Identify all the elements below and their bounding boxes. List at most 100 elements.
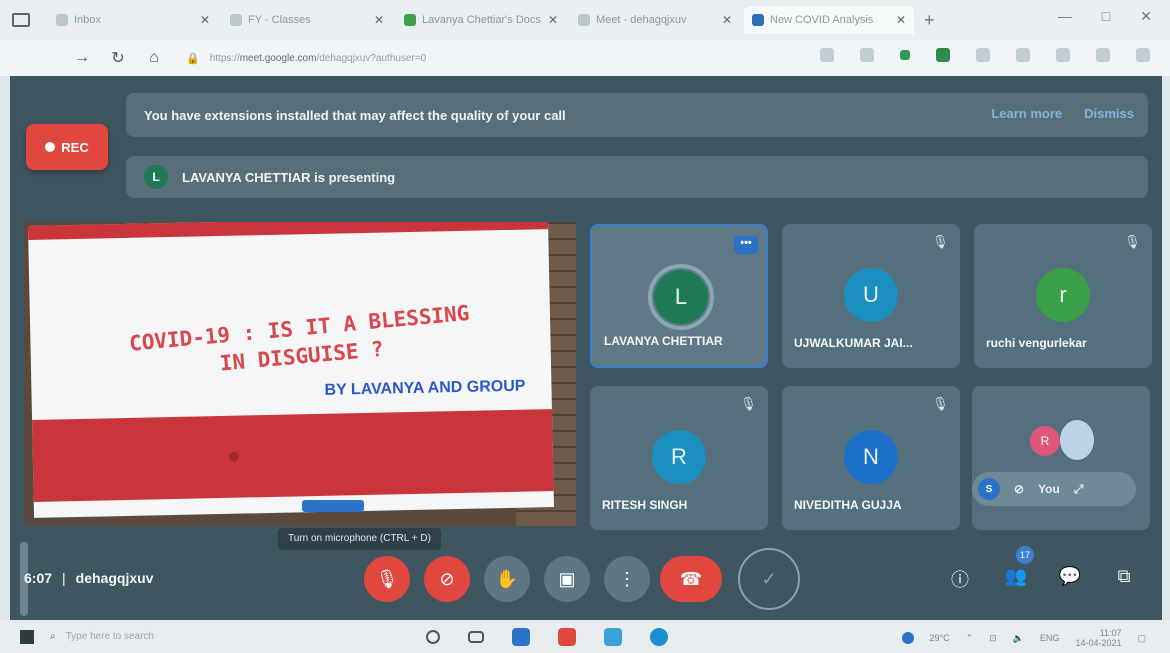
extension-icon[interactable] [820, 48, 834, 62]
mini-avatar: R [1030, 426, 1060, 456]
refresh-icon[interactable]: ↻ [100, 48, 136, 68]
volume-icon[interactable]: 🔈 [1013, 633, 1024, 644]
browser-tab[interactable]: FY - Classes ✕ [222, 6, 392, 34]
lock-icon: 🔒 [186, 52, 200, 65]
self-avatar: S [978, 478, 1000, 500]
learn-more-link[interactable]: Learn more [991, 106, 1062, 121]
shared-screen[interactable]: COVID-19 : IS IT A BLESSING IN DISGUISE ?… [24, 222, 576, 526]
collections-icon[interactable] [1056, 48, 1070, 62]
participant-avatar: R [652, 430, 706, 484]
more-options-button[interactable]: ⋮ [604, 556, 650, 602]
people-icon[interactable]: 👥 [1003, 566, 1029, 587]
browser-tab-strip: Inbox ✕ FY - Classes ✕ Lavanya Chettiar's … [0, 0, 1170, 40]
profile-icon[interactable] [1096, 48, 1110, 62]
app-icon[interactable] [558, 627, 576, 646]
extension-icon[interactable] [936, 48, 950, 62]
edge-icon[interactable] [512, 627, 530, 646]
home-icon[interactable]: ⌂ [136, 49, 172, 67]
mic-off-icon: 🎙 [932, 234, 949, 249]
more-vert-icon: ⋮ [618, 568, 636, 589]
maximize-icon[interactable]: □ [1102, 8, 1110, 25]
tray-app-icon[interactable] [901, 632, 914, 644]
windows-start-icon[interactable] [20, 629, 34, 644]
close-tab-icon[interactable]: ✕ [200, 13, 210, 27]
participant-tile[interactable]: ••• L LAVANYA CHETTIAR [590, 224, 768, 368]
info-icon[interactable]: ⓘ [947, 566, 973, 592]
mic-off-icon: 🎙 [740, 396, 757, 411]
self-view-tile[interactable]: R S ⊘ You ⤢ [972, 386, 1150, 530]
windows-taskbar: ⌕ Type here to search 29°C ⌃ ⊡ 🔈 ENG 11:… [0, 620, 1170, 653]
favorites-icon[interactable] [1016, 48, 1030, 62]
tab-favicon [404, 14, 416, 26]
extension-icon[interactable] [860, 48, 874, 62]
present-button[interactable]: ▣ [544, 556, 590, 602]
close-window-icon[interactable]: ✕ [1140, 8, 1152, 25]
slide-bottom-band [32, 409, 554, 502]
mic-tooltip: Turn on microphone (CTRL + D) [278, 528, 441, 550]
screen-share-indicator[interactable] [302, 500, 364, 512]
chat-icon[interactable]: 💬 [1057, 566, 1083, 587]
slide-top-band [28, 222, 549, 240]
participant-name: UJWALKUMAR JAI... [794, 336, 913, 350]
participant-name: RITESH SINGH [602, 498, 688, 512]
dismiss-link[interactable]: Dismiss [1084, 106, 1134, 121]
activities-icon[interactable]: ⧉ [1111, 566, 1137, 587]
minimize-icon[interactable]: — [1058, 8, 1072, 25]
participant-tile[interactable]: 🎙 R RITESH SINGH [590, 386, 768, 530]
url-field[interactable]: 🔒 https://meet.google.com/dehagqjxuv?aut… [186, 46, 646, 70]
participant-avatar: r [1036, 268, 1090, 322]
participant-tile[interactable]: 🎙 N NIVEDITHA GUJJA [782, 386, 960, 530]
camera-off-button[interactable]: ⊘ [424, 556, 470, 602]
participant-avatar: N [844, 430, 898, 484]
tab-favicon [56, 14, 68, 26]
more-menu-icon[interactable] [1136, 48, 1150, 62]
extension-button[interactable]: ✓ [738, 548, 800, 610]
extension-icon[interactable] [976, 48, 990, 62]
close-tab-icon[interactable]: ✕ [374, 13, 384, 27]
participant-avatar: L [654, 270, 708, 324]
leave-call-button[interactable]: ☎ [660, 556, 722, 602]
slide-byline: BY LAVANYA AND GROUP [324, 377, 526, 399]
app-icon[interactable] [604, 627, 622, 646]
network-icon[interactable]: ⊡ [989, 633, 997, 644]
notifications-icon[interactable]: ▢ [1137, 633, 1146, 644]
chevron-up-icon[interactable]: ⌃ [966, 633, 974, 644]
participant-tile[interactable]: 🎙 r ruchi vengurlekar [974, 224, 1152, 368]
close-tab-icon[interactable]: ✕ [896, 13, 906, 27]
new-tab-icon[interactable]: + [924, 10, 935, 31]
participant-tile[interactable]: 🎙 U UJWALKUMAR JAI... [782, 224, 960, 368]
tab-favicon [752, 14, 764, 26]
window-menu-icon[interactable] [12, 13, 30, 27]
presenter-avatar: L [144, 165, 168, 189]
participant-name: ruchi vengurlekar [986, 336, 1087, 350]
camera-off-icon[interactable]: ⊘ [1014, 482, 1024, 496]
browser-tab-meet[interactable]: Meet - dehagqjxuv ✕ [570, 6, 740, 34]
slide-title: COVID-19 : IS IT A BLESSING IN DISGUISE ? [128, 300, 471, 376]
mic-off-button[interactable]: 🎙 [364, 556, 410, 602]
hang-up-icon: ☎ [679, 568, 703, 589]
clock[interactable]: 11:07 14-04-2021 [1075, 628, 1121, 648]
expand-icon[interactable]: ⤢ [1074, 482, 1084, 497]
weather-temp[interactable]: 29°C [930, 633, 950, 643]
close-tab-icon[interactable]: ✕ [722, 13, 732, 27]
self-video-thumbnail [1060, 420, 1094, 460]
recording-indicator[interactable]: REC [26, 124, 108, 170]
camera-off-icon: ⊘ [439, 568, 455, 589]
forward-icon[interactable]: → [64, 49, 100, 67]
browser-tab-active[interactable]: New COVID Analysis ✕ [744, 6, 914, 34]
raise-hand-button[interactable]: ✋ [484, 556, 530, 602]
cortana-icon[interactable] [426, 629, 440, 644]
rec-dot-icon [45, 142, 56, 152]
edge-browser-icon[interactable] [650, 627, 668, 646]
language-indicator[interactable]: ENG [1040, 633, 1060, 643]
close-tab-icon[interactable]: ✕ [548, 13, 558, 27]
meet-call-area: REC You have extensions installed that m… [10, 76, 1162, 620]
task-view-icon[interactable] [468, 630, 484, 643]
presenting-banner: L LAVANYA CHETTIAR is presenting [126, 156, 1148, 198]
separator: | [62, 570, 66, 586]
more-options-icon[interactable]: ••• [734, 236, 758, 254]
browser-tab[interactable]: Inbox ✕ [48, 6, 218, 34]
check-extension-icon[interactable] [900, 50, 910, 60]
browser-tab[interactable]: Lavanya Chettiar's Docs ✕ [396, 6, 566, 34]
taskbar-search[interactable]: ⌕ Type here to search [50, 625, 350, 649]
